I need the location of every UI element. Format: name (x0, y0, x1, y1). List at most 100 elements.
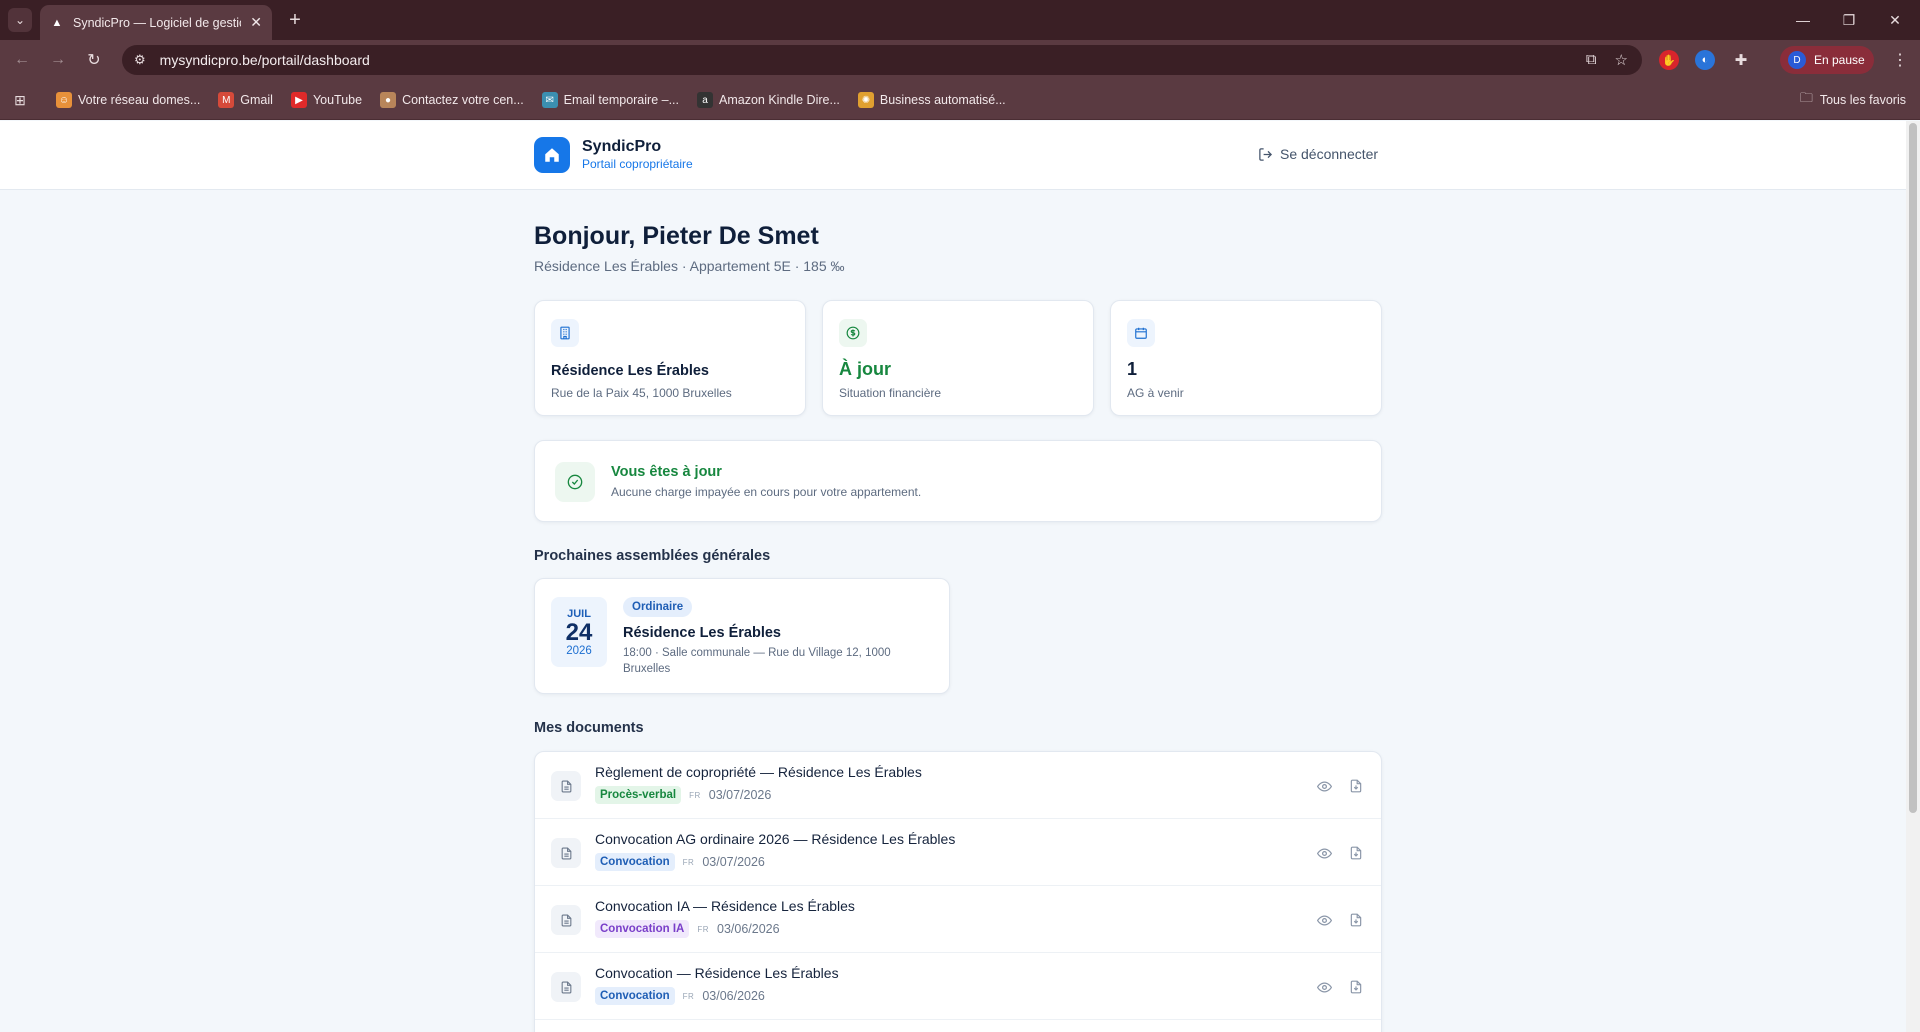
download-document-button[interactable] (1347, 844, 1365, 862)
building-icon (551, 319, 579, 347)
home-logo-icon[interactable] (534, 137, 570, 173)
stat-label: Rue de la Paix 45, 1000 Bruxelles (551, 386, 732, 400)
bookmark-label: Business automatisé... (879, 93, 1006, 107)
document-title[interactable]: Convocation — Résidence Les Érables (595, 965, 839, 981)
file-text-icon (551, 838, 581, 868)
bookmark-star-icon[interactable]: ☆ (1615, 51, 1628, 69)
extension-circle-icon[interactable]: ◐ (1695, 50, 1715, 70)
document-language: FR (682, 857, 695, 867)
stat-card-ag: 1 AG à venir (1110, 300, 1382, 416)
mail-globe-icon: ✉ (541, 92, 558, 108)
document-title[interactable]: Convocation IA — Résidence Les Érables (595, 898, 855, 914)
browser-menu-button[interactable]: ⋮ (1888, 48, 1912, 72)
ag-detail: 18:00 · Salle communale — Rue du Village… (623, 647, 891, 675)
document-meta: Convocation IA FR 03/06/2026 (595, 920, 780, 938)
document-title[interactable]: Convocation AG ordinaire 2026 — Résidenc… (595, 831, 955, 847)
document-date: 03/06/2026 (702, 989, 765, 1003)
brand-subtitle: Portail copropriétaire (582, 157, 693, 171)
minimize-button[interactable]: — (1780, 0, 1826, 40)
amazon-icon: a (697, 92, 713, 108)
scrollbar-thumb[interactable] (1909, 123, 1917, 813)
dollar-icon (839, 319, 867, 347)
forward-button[interactable]: → (46, 48, 70, 72)
ag-section-title: Prochaines assemblées générales (534, 548, 771, 564)
bookmark-item[interactable]: M Gmail (218, 92, 273, 108)
url-text[interactable]: mysyndicpro.be/portail/dashboard (160, 52, 370, 68)
stat-value: 1 (1127, 359, 1138, 379)
extension-hand-icon[interactable]: ✋ (1659, 50, 1679, 70)
stat-value: À jour (839, 359, 891, 379)
document-meta: Procès-verbal FR 03/07/2026 (595, 786, 771, 804)
all-bookmarks-button[interactable]: 🗀 Tous les favoris (1800, 80, 1906, 120)
youtube-icon: ▶ (290, 92, 307, 108)
browser-toolbar: ← → ↻ ⚙ mysyndicpro.be/portail/dashboard… (0, 40, 1920, 80)
address-bar[interactable]: ⚙ mysyndicpro.be/portail/dashboard ⧉ ☆ (122, 45, 1642, 75)
window-close-button[interactable]: ✕ (1872, 0, 1918, 40)
eye-icon (1316, 780, 1332, 792)
docs-section-title: Mes documents (534, 720, 644, 736)
date-year: 2026 (566, 644, 592, 657)
new-tab-button[interactable]: + (283, 8, 307, 32)
document-row[interactable]: Convocation AG ordinaire 2026 — Résidenc… (535, 819, 1381, 886)
chevron-down-icon: ⌄ (14, 13, 26, 27)
close-icon[interactable]: ✕ (250, 14, 262, 31)
payment-status-card: Vous êtes à jour Aucune charge impayée e… (534, 440, 1382, 522)
document-date: 03/07/2026 (702, 855, 765, 869)
document-row[interactable]: Convocation IA — Résidence Les Érables Co… (535, 886, 1381, 953)
page-scrollbar[interactable] (1906, 121, 1920, 1032)
download-document-button[interactable] (1347, 777, 1365, 795)
bookmark-item[interactable]: ✉ Email temporaire –... (541, 92, 679, 108)
view-document-button[interactable] (1315, 777, 1333, 795)
document-type-badge: Convocation (595, 853, 675, 871)
document-type-badge: Convocation IA (595, 920, 690, 938)
bookmark-label: Votre réseau domes... (78, 93, 201, 107)
document-row[interactable]: Règlement de copropriété — Résidence Les… (535, 752, 1381, 819)
browser-tab-active[interactable]: ▲ SyndicPro — Logiciel de gestio ✕ (40, 5, 272, 40)
reload-button[interactable]: ↻ (82, 48, 106, 72)
bookmark-item[interactable]: a Amazon Kindle Dire... (697, 92, 840, 108)
bookmark-item[interactable]: ▶ YouTube (290, 92, 362, 108)
bookmark-item[interactable]: ✺ Business automatisé... (857, 92, 1006, 108)
file-text-icon (551, 972, 581, 1002)
restore-button[interactable]: ❐ (1826, 0, 1872, 40)
document-list: Règlement de copropriété — Résidence Les… (534, 751, 1382, 1032)
ag-card[interactable]: JUIL 24 2026 Ordinaire Résidence Les Éra… (534, 578, 950, 694)
download-document-button[interactable] (1347, 978, 1365, 996)
apps-grid-icon[interactable]: ⊞ (12, 92, 28, 108)
document-language: FR (689, 790, 701, 800)
document-row[interactable]: Convocation — Résidence Les Érables Convo… (535, 953, 1381, 1020)
bookmark-list: ☺ Votre réseau domes... M Gmail ▶ YouTube ● Con… (56, 80, 1024, 120)
bookmark-label: Gmail (240, 93, 273, 107)
ag-type-badge: Ordinaire (623, 597, 693, 617)
view-document-button[interactable] (1315, 978, 1333, 996)
site-settings-icon[interactable]: ⚙ (134, 52, 146, 68)
logout-button[interactable]: Se déconnecter (1258, 146, 1378, 162)
view-document-button[interactable] (1315, 844, 1333, 862)
smiley-icon: ☺ (56, 92, 72, 108)
document-type-badge: Convocation (595, 987, 675, 1005)
file-text-icon (551, 771, 581, 801)
document-title[interactable]: Règlement de copropriété — Résidence Les… (595, 764, 922, 780)
brand-name: SyndicPro (582, 138, 662, 155)
tab-search-button[interactable]: ⌄ (8, 8, 32, 32)
bookmark-item[interactable]: ☺ Votre réseau domes... (56, 92, 200, 108)
download-document-button[interactable] (1347, 911, 1365, 929)
page-content: SyndicPro Portail copropriétaire Se déco… (0, 121, 1920, 1032)
more-vertical-icon: ⋮ (1892, 52, 1908, 69)
status-title: Vous êtes à jour (611, 464, 722, 480)
extensions-puzzle-icon[interactable]: ✚ (1731, 50, 1751, 70)
profile-status: En pause (1814, 53, 1865, 67)
profile-button[interactable]: D En pause (1780, 46, 1874, 74)
browser-tab-strip: ⌄ ▲ SyndicPro — Logiciel de gestio ✕ + —… (0, 0, 1920, 40)
eye-icon (1316, 847, 1332, 859)
ag-title: Résidence Les Érables (623, 625, 781, 641)
bookmark-item[interactable]: ● Contactez votre cen... (380, 92, 524, 108)
reload-icon: ↻ (87, 52, 101, 69)
bookmark-label: Email temporaire –... (563, 93, 679, 107)
back-button[interactable]: ← (10, 48, 34, 72)
install-app-icon[interactable]: ⧉ (1586, 51, 1597, 69)
document-date: 03/07/2026 (708, 788, 772, 802)
stat-label: AG à venir (1127, 386, 1184, 400)
bookmark-label: Contactez votre cen... (402, 93, 524, 107)
view-document-button[interactable] (1315, 911, 1333, 929)
